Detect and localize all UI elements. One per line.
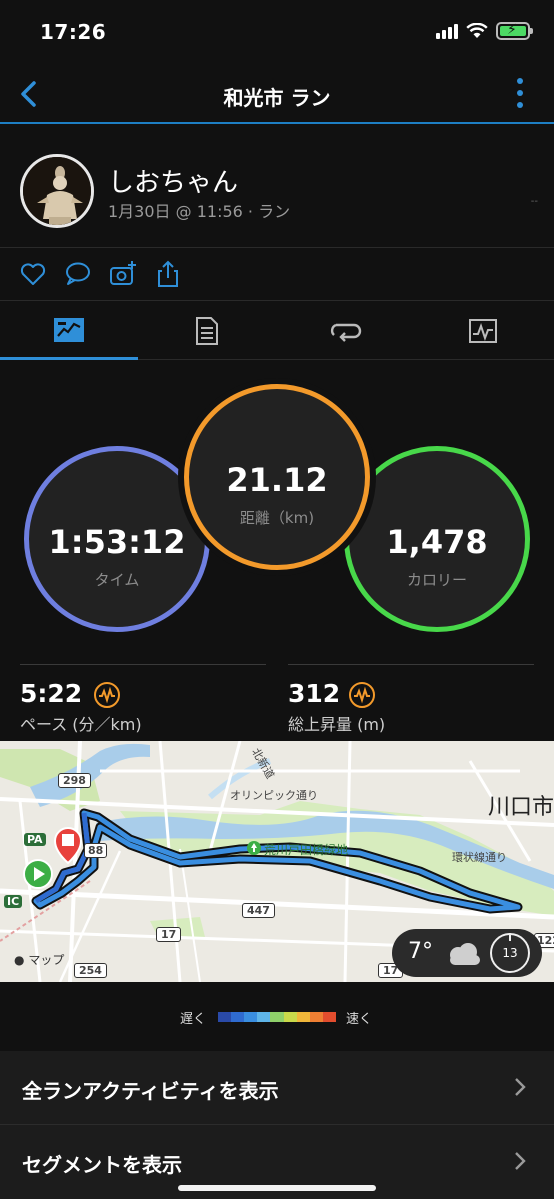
calories-label: カロリー [406, 571, 467, 589]
add-photo-button[interactable] [108, 259, 138, 289]
parking-area-label: PA [24, 833, 46, 846]
ascent-label: 総上昇量 (m) [288, 715, 386, 734]
route-254-label: 254 [74, 963, 107, 978]
map-credit: ● マップ [14, 951, 64, 968]
legend-swatch [322, 1012, 336, 1022]
performance-icon[interactable] [93, 681, 121, 709]
wind-speed: 13 [502, 946, 518, 960]
ascent-stat: 312 総上昇量 (m) [288, 664, 534, 740]
legend-fast-label: 速く [346, 1012, 373, 1027]
legend-swatch [283, 1012, 297, 1022]
status-bar: 17:26 ⚡ [0, 0, 554, 66]
action-row [0, 249, 554, 301]
time-circle: 1:53:12 タイム [24, 446, 210, 632]
status-icons: ⚡ [436, 22, 533, 40]
user-name[interactable]: しおちゃん [108, 162, 238, 199]
ascent-value: 312 [288, 679, 341, 708]
park-label: 荒川戸田橋緑地 [264, 843, 349, 857]
route-447-label: 447 [242, 903, 275, 918]
share-button[interactable] [153, 259, 183, 289]
distance-circle: 21.12 距離（km) [184, 384, 370, 570]
calories-circle: 1,478 カロリー [344, 446, 530, 632]
tab-charts[interactable] [414, 302, 552, 360]
distance-value: 21.12 [226, 461, 328, 499]
speed-color-bar [218, 1012, 336, 1022]
home-indicator[interactable] [178, 1185, 376, 1191]
apple-logo-icon: ● [14, 953, 25, 967]
route-17-label: 17 [156, 927, 182, 942]
battery-icon: ⚡ [496, 22, 533, 40]
activity-links: 全ランアクティビティを表示 セグメントを表示 [0, 1051, 554, 1199]
legend-swatch [218, 1012, 232, 1022]
chevron-right-icon [515, 1078, 526, 1096]
chart-icon [469, 319, 497, 343]
view-all-runs-row[interactable]: 全ランアクティビティを表示 [0, 1051, 554, 1125]
status-time: 17:26 [40, 20, 107, 44]
cloud-icon [450, 943, 480, 965]
activity-date: 1月30日 @ 11:56 · ラン [108, 202, 291, 221]
document-icon [196, 317, 218, 345]
wifi-icon [466, 23, 488, 38]
calories-value: 1,478 [386, 523, 488, 561]
laps-icon [330, 323, 362, 342]
route-map[interactable]: 298 88 447 17 17 254 122 PA IC 川口市 オリンピッ… [0, 741, 554, 982]
weather-widget[interactable]: 7° 13 [392, 929, 542, 977]
time-value: 1:53:12 [48, 523, 186, 561]
tab-details[interactable] [138, 302, 276, 360]
activity-header: しおちゃん 1月30日 @ 11:56 · ラン -- [0, 126, 554, 248]
legend-slow-label: 遅く [180, 1012, 207, 1027]
legend-swatch [309, 1012, 323, 1022]
view-segments-label: セグメントを表示 [22, 1153, 182, 1177]
road-label: オリンピック通り [230, 789, 318, 802]
avatar[interactable] [20, 154, 94, 228]
speed-legend: 遅く 速く [0, 982, 554, 1050]
meta-mark: -- [530, 196, 538, 207]
pace-label: ペース (分／km) [20, 715, 142, 734]
legend-swatch [231, 1012, 245, 1022]
route-88-label: 88 [84, 843, 108, 858]
more-options-button[interactable] [516, 78, 524, 108]
pace-stat: 5:22 ペース (分／km) [20, 664, 266, 740]
cellular-signal-icon [436, 23, 458, 39]
distance-label: 距離（km) [239, 509, 315, 527]
performance-icon[interactable] [348, 681, 376, 709]
legend-swatch [270, 1012, 284, 1022]
temperature: 7° [408, 939, 433, 964]
legend-swatch [296, 1012, 310, 1022]
city-label: 川口市 [488, 795, 554, 820]
view-all-runs-label: 全ランアクティビティを表示 [22, 1079, 279, 1103]
route-298-label: 298 [58, 773, 91, 788]
wind-indicator: 13 [490, 933, 530, 973]
nav-bar: 和光市 ラン [0, 66, 554, 124]
tab-overview[interactable] [0, 302, 138, 360]
legend-swatch [257, 1012, 271, 1022]
pace-value: 5:22 [20, 679, 83, 708]
map-credit-text: マップ [28, 953, 65, 967]
road-label: 環状線通り [452, 851, 507, 864]
activity-tabs [0, 302, 554, 360]
page-title: 和光市 ラン [223, 86, 331, 110]
tab-laps[interactable] [276, 302, 414, 360]
chevron-right-icon [515, 1152, 526, 1170]
time-label: タイム [94, 571, 140, 589]
interchange-label: IC [4, 895, 23, 908]
comment-button[interactable] [63, 259, 93, 289]
overview-icon [54, 317, 84, 342]
like-button[interactable] [18, 259, 48, 289]
legend-swatch [244, 1012, 258, 1022]
